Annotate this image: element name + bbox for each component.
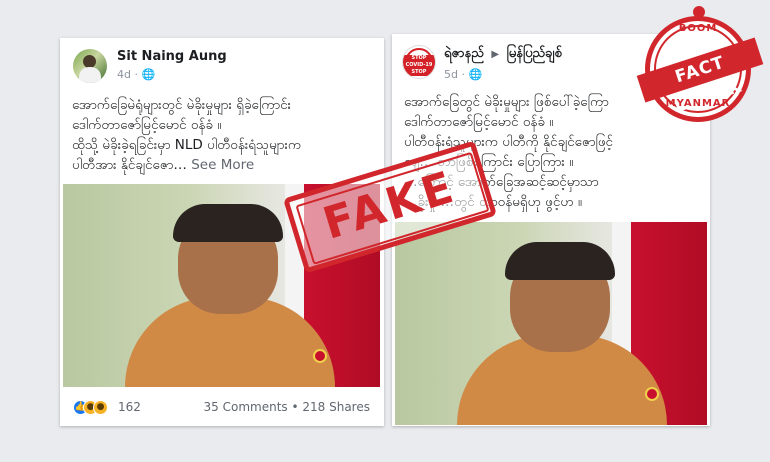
boom-fact-check-badge: BOOM FACT CHECK MYANMAR — [636, 6, 764, 126]
post-time[interactable]: 4d — [117, 68, 131, 81]
haha-reaction-icon: ● — [93, 400, 108, 415]
badge-bottom-text: MYANMAR — [665, 98, 731, 109]
post-meta: 5d · 🌐 — [444, 68, 483, 81]
see-more-link[interactable]: See More — [191, 157, 254, 173]
engagement-stats: 35 Comments • 218 Shares — [203, 400, 370, 414]
post-text-line: ပါတီအား နိုင်ချင်ဇော… See More — [72, 157, 255, 173]
shared-to-arrow-icon: ▶ — [491, 49, 500, 60]
post-time[interactable]: 5d — [444, 68, 458, 81]
post-text-line: ထိုသို့ မဲခိုးခဲ့ရခြင်းမှာ NLD ပါတီဝန်းရ… — [72, 137, 302, 153]
comments-count[interactable]: 35 Comments — [204, 400, 288, 414]
reaction-count: 162 — [118, 400, 141, 414]
post-photo[interactable] — [395, 222, 707, 425]
author-name-line: ရဲဇာနည် ▶ မြန်ပြည်ချစ် — [444, 45, 562, 64]
author-name[interactable]: ရဲဇာနည် — [444, 46, 484, 61]
post-text-line: အောက်ခြေမဲရုံများတွင် မဲခိုးမှုများ ရှိခ… — [72, 97, 292, 113]
shared-to-name[interactable]: မြန်ပြည်ချစ် — [507, 46, 562, 61]
author-avatar[interactable]: STOP COVID-19 STOP — [402, 45, 436, 79]
author-name[interactable]: Sit Naing Aung — [117, 49, 227, 64]
author-avatar[interactable] — [73, 49, 107, 83]
globe-icon: 🌐 — [141, 68, 156, 81]
globe-icon: 🌐 — [468, 68, 483, 81]
avatar-covid-text: STOP COVID-19 STOP — [403, 55, 435, 76]
badge-top-text: BOOM — [678, 23, 718, 34]
post-text: အောက်ခြေမဲရုံများတွင် မဲခိုးမှုများ ရှိခ… — [72, 95, 377, 175]
post-meta: 4d · 🌐 — [117, 68, 156, 81]
post-text-line: ဒေါက်တာဇော်မြင့်မောင် ဝန်ခံ ။ — [72, 117, 222, 133]
shares-count[interactable]: 218 Shares — [302, 400, 370, 414]
